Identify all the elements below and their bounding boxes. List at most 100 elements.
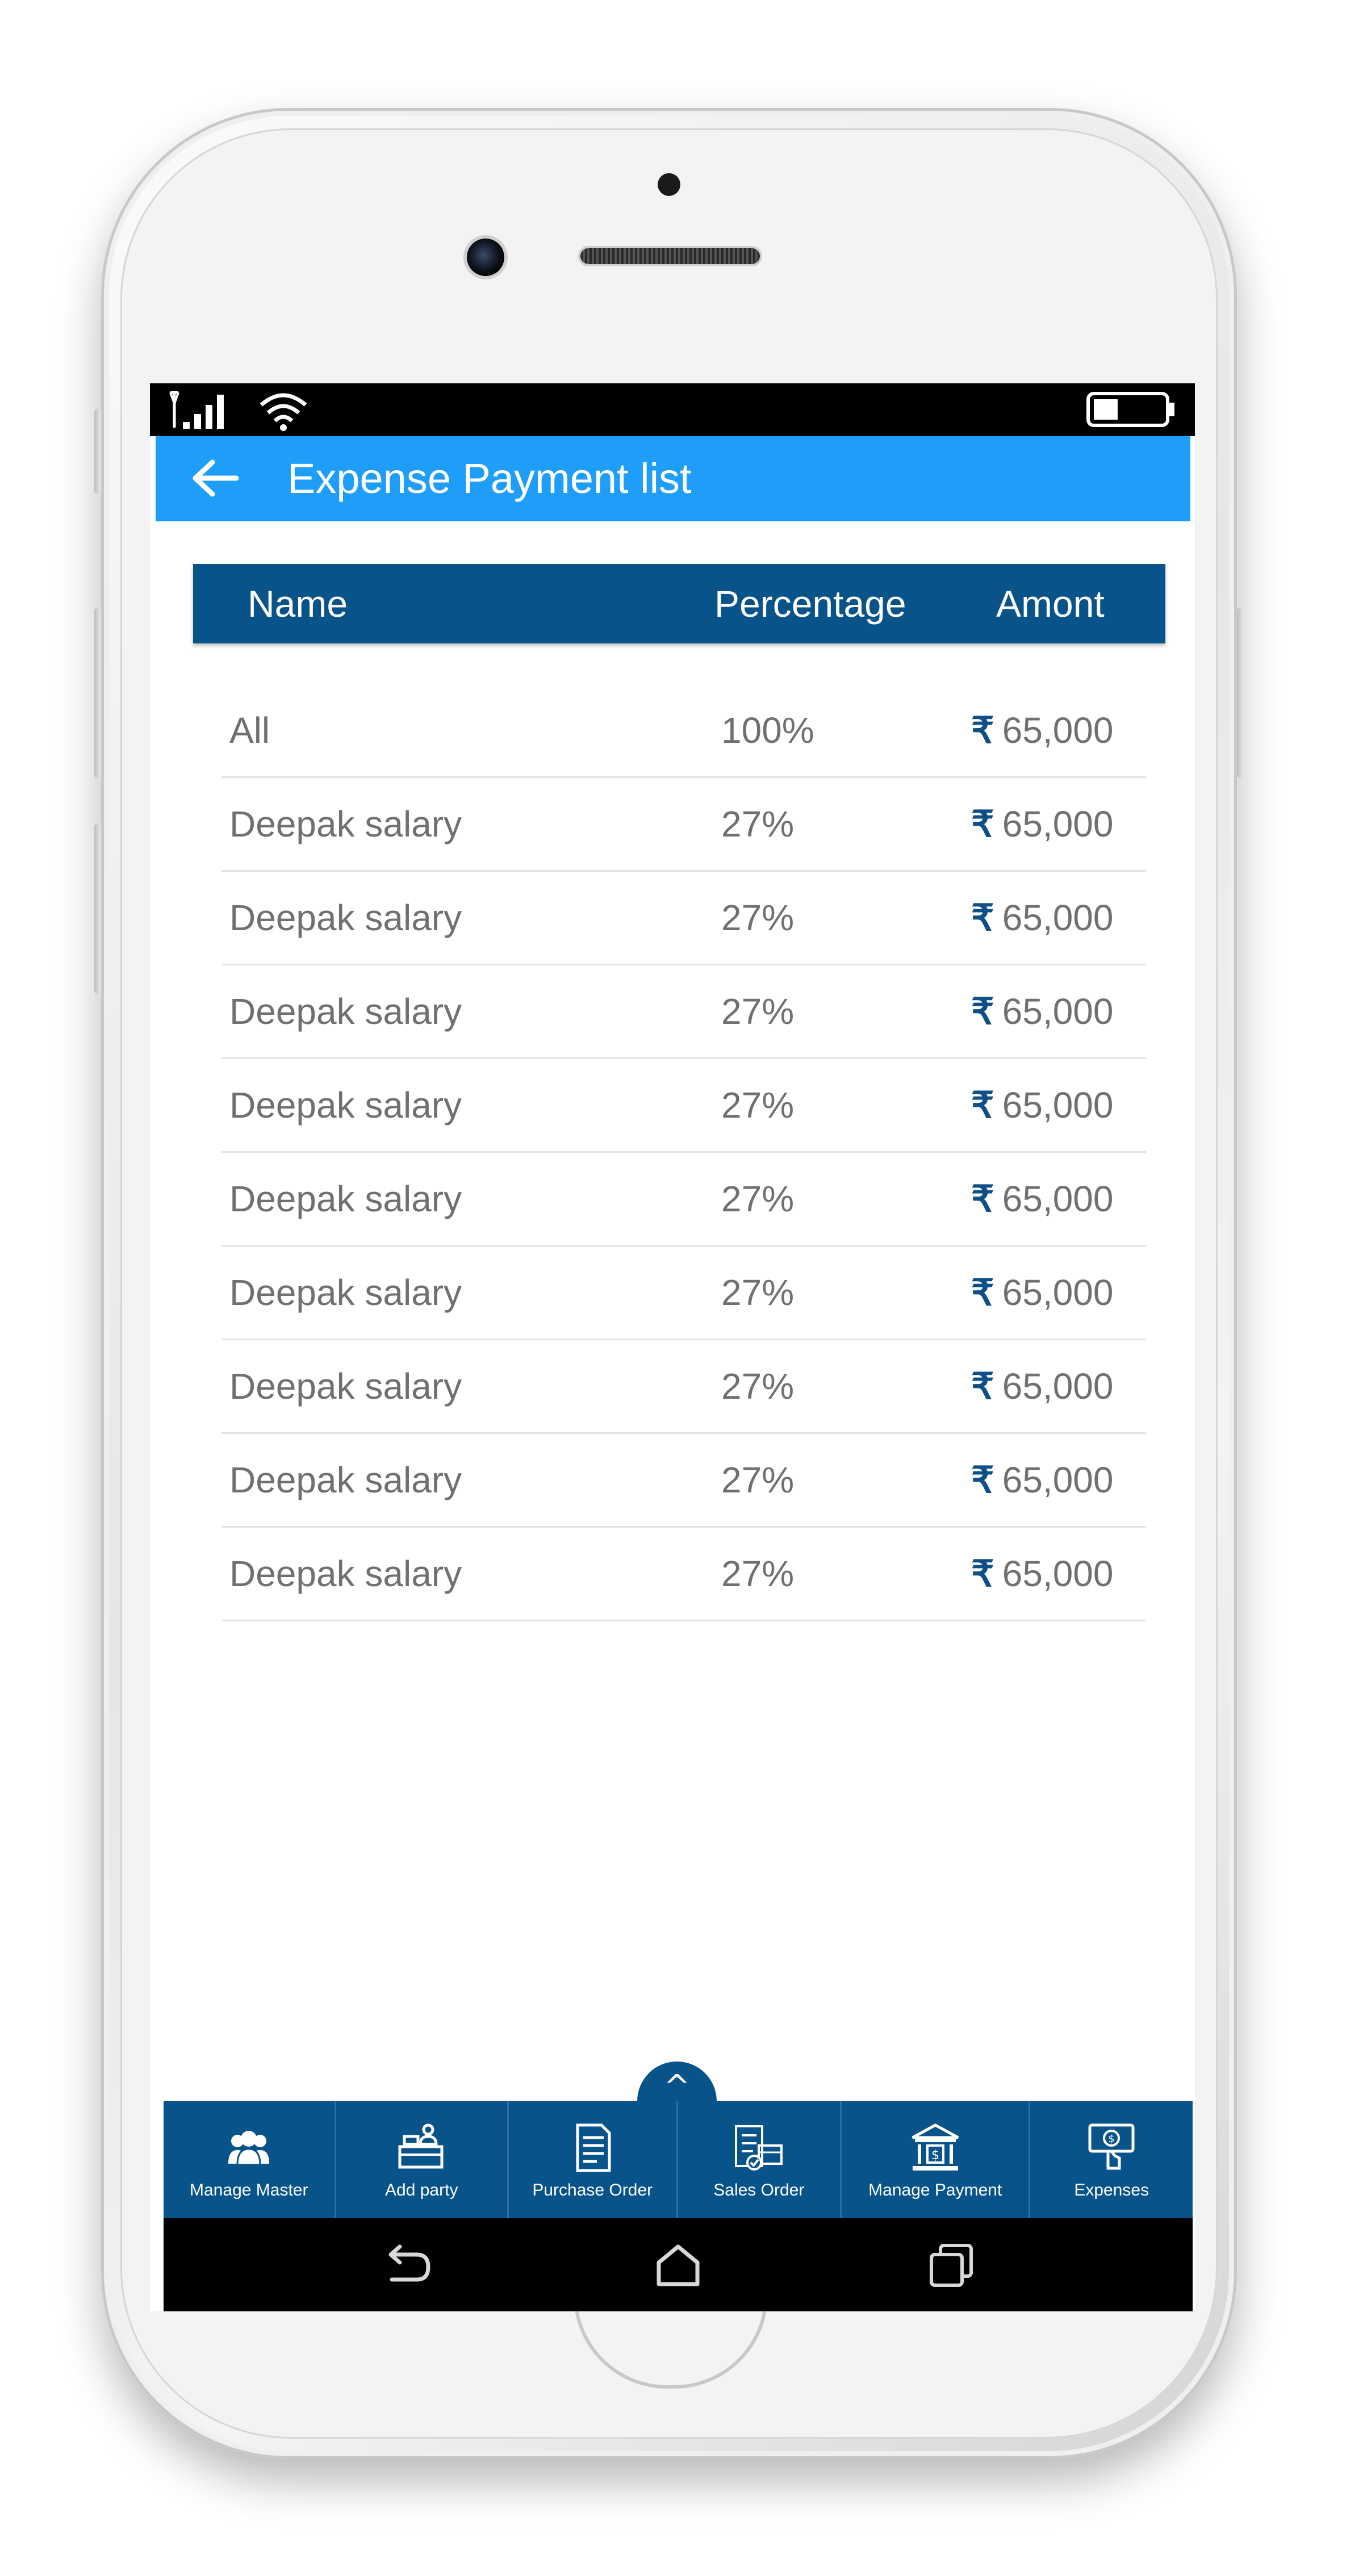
row-name: Deepak salary	[229, 1460, 462, 1500]
row-percentage: 100%	[721, 710, 814, 751]
proximity-sensor	[658, 173, 680, 196]
back-icon[interactable]	[379, 2241, 434, 2289]
rupee-icon: ₹	[971, 1272, 994, 1313]
nav-label: Manage Master	[190, 2181, 308, 2199]
nav-label: Expenses	[1074, 2181, 1149, 2199]
column-header-amount: Amont	[996, 583, 1105, 625]
table-row[interactable]: Deepak salary 27% ₹65,000	[221, 965, 1146, 1059]
row-name: Deepak salary	[229, 897, 462, 938]
svg-text:$: $	[1108, 2133, 1114, 2145]
row-amount-cell: ₹65,000	[971, 1247, 1113, 1339]
row-percentage: 27%	[721, 1553, 795, 1594]
row-name: Deepak salary	[229, 1553, 462, 1594]
wifi-icon	[260, 393, 307, 431]
row-name: Deepak salary	[229, 804, 462, 844]
row-amount-cell: ₹65,000	[971, 1434, 1113, 1526]
row-amount: 65,000	[1002, 991, 1114, 1032]
mute-switch	[94, 409, 101, 494]
row-amount-cell: ₹65,000	[971, 1059, 1113, 1151]
row-amount: 65,000	[1002, 1178, 1114, 1219]
rupee-icon: ₹	[971, 1553, 994, 1594]
rupee-icon: ₹	[971, 804, 994, 844]
row-percentage: 27%	[721, 804, 795, 844]
system-navigation-bar	[164, 2218, 1193, 2311]
nav-label: Sales Order	[713, 2181, 805, 2199]
expand-nav-button[interactable]: ^	[637, 2061, 717, 2107]
bottom-navigation: Manage Master Add party Purchase Order S…	[164, 2101, 1193, 2218]
row-percentage: 27%	[721, 1085, 795, 1126]
row-name: Deepak salary	[229, 1366, 462, 1407]
app-bar: Expense Payment list	[156, 436, 1190, 521]
row-percentage: 27%	[721, 897, 795, 938]
earpiece-speaker	[580, 248, 760, 264]
signal-icon	[169, 391, 224, 429]
expense-list: All 100% ₹65,000 Deepak salary 27% ₹65,0…	[221, 684, 1146, 1621]
nav-item-expenses[interactable]: $ Expenses	[1030, 2101, 1193, 2218]
row-amount: 65,000	[1002, 710, 1114, 751]
rupee-icon: ₹	[971, 1366, 994, 1407]
sales-checklist-icon	[735, 2125, 783, 2171]
volume-up-button	[94, 608, 101, 778]
nav-item-manage-payment[interactable]: $ Manage Payment	[842, 2101, 1031, 2218]
table-header: Name Percentage Amont	[193, 564, 1165, 643]
table-row[interactable]: Deepak salary 27% ₹65,000	[221, 1059, 1146, 1153]
bank-icon: $	[912, 2123, 959, 2171]
battery-icon	[1086, 392, 1174, 427]
row-amount: 65,000	[1002, 1460, 1114, 1500]
status-bar	[150, 383, 1195, 436]
row-amount-cell: ₹65,000	[971, 1340, 1113, 1432]
home-icon[interactable]	[652, 2241, 704, 2289]
rupee-icon: ₹	[971, 1460, 994, 1500]
row-name: Deepak salary	[229, 1272, 462, 1313]
row-amount: 65,000	[1002, 1085, 1114, 1126]
table-row[interactable]: Deepak salary 27% ₹65,000	[221, 872, 1146, 965]
row-name: All	[229, 710, 270, 751]
row-amount: 65,000	[1002, 1366, 1114, 1407]
recent-apps-icon[interactable]	[925, 2241, 977, 2289]
table-row[interactable]: Deepak salary 27% ₹65,000	[221, 1434, 1146, 1528]
phone-screen: Expense Payment list Name Percentage Amo…	[150, 383, 1195, 2311]
nav-label: Purchase Order	[532, 2181, 653, 2199]
page-title: Expense Payment list	[287, 455, 692, 502]
table-row[interactable]: Deepak salary 27% ₹65,000	[221, 1247, 1146, 1340]
column-header-name: Name	[248, 583, 348, 625]
rupee-icon: ₹	[971, 1085, 994, 1126]
row-amount: 65,000	[1002, 1553, 1114, 1594]
nav-item-add-party[interactable]: Add party	[336, 2101, 509, 2218]
front-camera	[467, 239, 504, 276]
table-row[interactable]: Deepak salary 27% ₹65,000	[221, 1340, 1146, 1434]
nav-label: Add party	[385, 2181, 458, 2199]
table-row[interactable]: All 100% ₹65,000	[221, 684, 1146, 778]
rupee-icon: ₹	[971, 1178, 994, 1219]
row-percentage: 27%	[721, 1366, 795, 1407]
party-desk-icon	[398, 2123, 444, 2169]
table-row[interactable]: Deepak salary 27% ₹65,000	[221, 1153, 1146, 1247]
row-percentage: 27%	[721, 1460, 795, 1500]
row-name: Deepak salary	[229, 991, 462, 1032]
power-button	[1237, 608, 1244, 778]
row-amount-cell: ₹65,000	[971, 778, 1113, 870]
volume-down-button	[94, 823, 101, 994]
back-arrow-icon[interactable]	[190, 458, 241, 499]
table-row[interactable]: Deepak salary 27% ₹65,000	[221, 778, 1146, 872]
row-name: Deepak salary	[229, 1085, 462, 1126]
row-percentage: 27%	[721, 1178, 795, 1219]
nav-item-manage-master[interactable]: Manage Master	[164, 2101, 336, 2218]
row-amount-cell: ₹65,000	[971, 1153, 1113, 1245]
row-amount: 65,000	[1002, 804, 1114, 844]
nav-label: Manage Payment	[868, 2181, 1002, 2199]
row-amount: 65,000	[1002, 1272, 1114, 1313]
column-header-percentage: Percentage	[714, 583, 906, 625]
row-percentage: 27%	[721, 991, 795, 1032]
table-row[interactable]: Deepak salary 27% ₹65,000	[221, 1528, 1146, 1621]
users-icon	[228, 2131, 270, 2166]
row-amount-cell: ₹65,000	[971, 684, 1113, 776]
nav-item-sales-order[interactable]: Sales Order	[678, 2101, 842, 2218]
nav-item-purchase-order[interactable]: Purchase Order	[509, 2101, 678, 2218]
row-amount: 65,000	[1002, 897, 1114, 938]
row-amount-cell: ₹65,000	[971, 1528, 1113, 1620]
cash-hand-icon: $	[1088, 2123, 1135, 2170]
svg-text:$: $	[931, 2148, 939, 2163]
rupee-icon: ₹	[971, 710, 994, 751]
document-list-icon	[576, 2123, 611, 2172]
